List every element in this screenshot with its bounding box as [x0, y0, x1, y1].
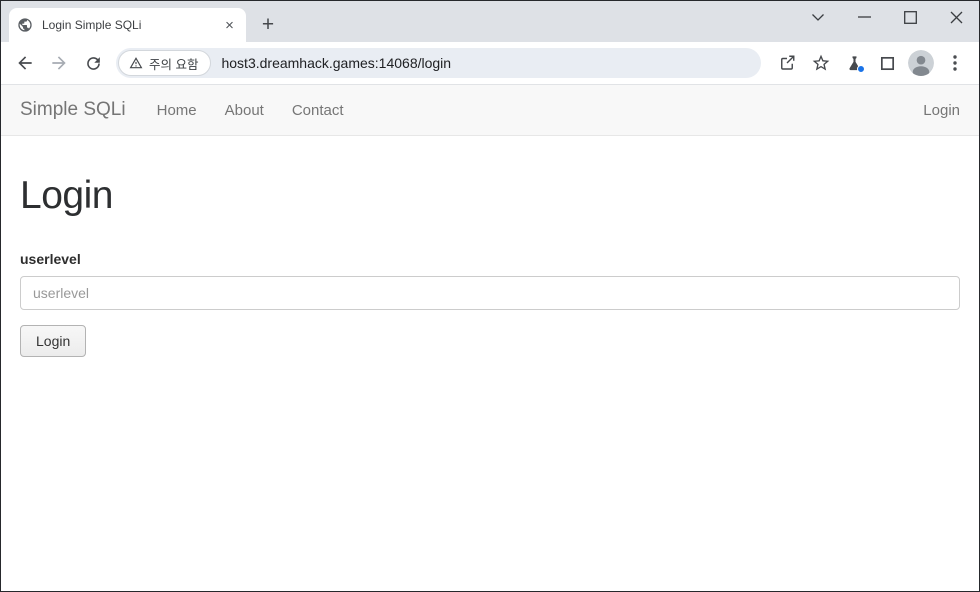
- security-chip[interactable]: 주의 요함: [118, 50, 212, 76]
- reload-icon[interactable]: [77, 47, 109, 79]
- forward-arrow-icon[interactable]: [43, 47, 75, 79]
- url-text: host3.dreamhack.games:14068/login: [221, 55, 452, 71]
- kebab-menu-icon[interactable]: [939, 47, 971, 79]
- back-arrow-icon[interactable]: [9, 47, 41, 79]
- address-bar[interactable]: 주의 요함 host3.dreamhack.games:14068/login: [116, 48, 761, 78]
- nav-link-home[interactable]: Home: [143, 102, 211, 119]
- star-icon[interactable]: [805, 47, 837, 79]
- beaker-icon[interactable]: [838, 47, 870, 79]
- share-icon[interactable]: [771, 47, 803, 79]
- window-controls: [795, 3, 979, 31]
- minimize-icon[interactable]: [841, 3, 887, 31]
- tab-strip: Login Simple SQLi × +: [1, 1, 979, 42]
- site-navbar: Simple SQLi Home About Contact Login: [1, 85, 979, 136]
- tab-title: Login Simple SQLi: [42, 18, 142, 32]
- warning-triangle-icon: [129, 57, 143, 69]
- globe-icon: [17, 17, 33, 33]
- close-icon[interactable]: [933, 3, 979, 31]
- nav-link-about[interactable]: About: [211, 102, 278, 119]
- security-chip-label: 주의 요함: [149, 57, 199, 72]
- userlevel-label: userlevel: [20, 251, 81, 267]
- page-content: Login userlevel Login: [1, 174, 979, 357]
- tab-search-chevron-icon[interactable]: [795, 3, 841, 31]
- new-tab-button[interactable]: +: [254, 11, 282, 39]
- userlevel-input[interactable]: [20, 276, 960, 310]
- page-title: Login: [20, 174, 113, 217]
- profile-avatar[interactable]: [905, 47, 937, 79]
- nav-link-contact[interactable]: Contact: [278, 102, 358, 119]
- navbar-links: Home About Contact: [143, 102, 358, 119]
- browser-window: Login Simple SQLi × + 주의 요함 host3.dreamh…: [0, 0, 980, 592]
- maximize-icon[interactable]: [887, 3, 933, 31]
- nav-link-login[interactable]: Login: [923, 102, 960, 119]
- side-panel-icon[interactable]: [871, 47, 903, 79]
- tab-close-icon[interactable]: ×: [221, 17, 238, 34]
- browser-tab[interactable]: Login Simple SQLi ×: [9, 8, 246, 42]
- navbar-brand[interactable]: Simple SQLi: [20, 99, 126, 121]
- extension-badge-dot: [857, 65, 865, 73]
- login-button[interactable]: Login: [20, 325, 87, 357]
- browser-toolbar: 주의 요함 host3.dreamhack.games:14068/login: [1, 42, 979, 85]
